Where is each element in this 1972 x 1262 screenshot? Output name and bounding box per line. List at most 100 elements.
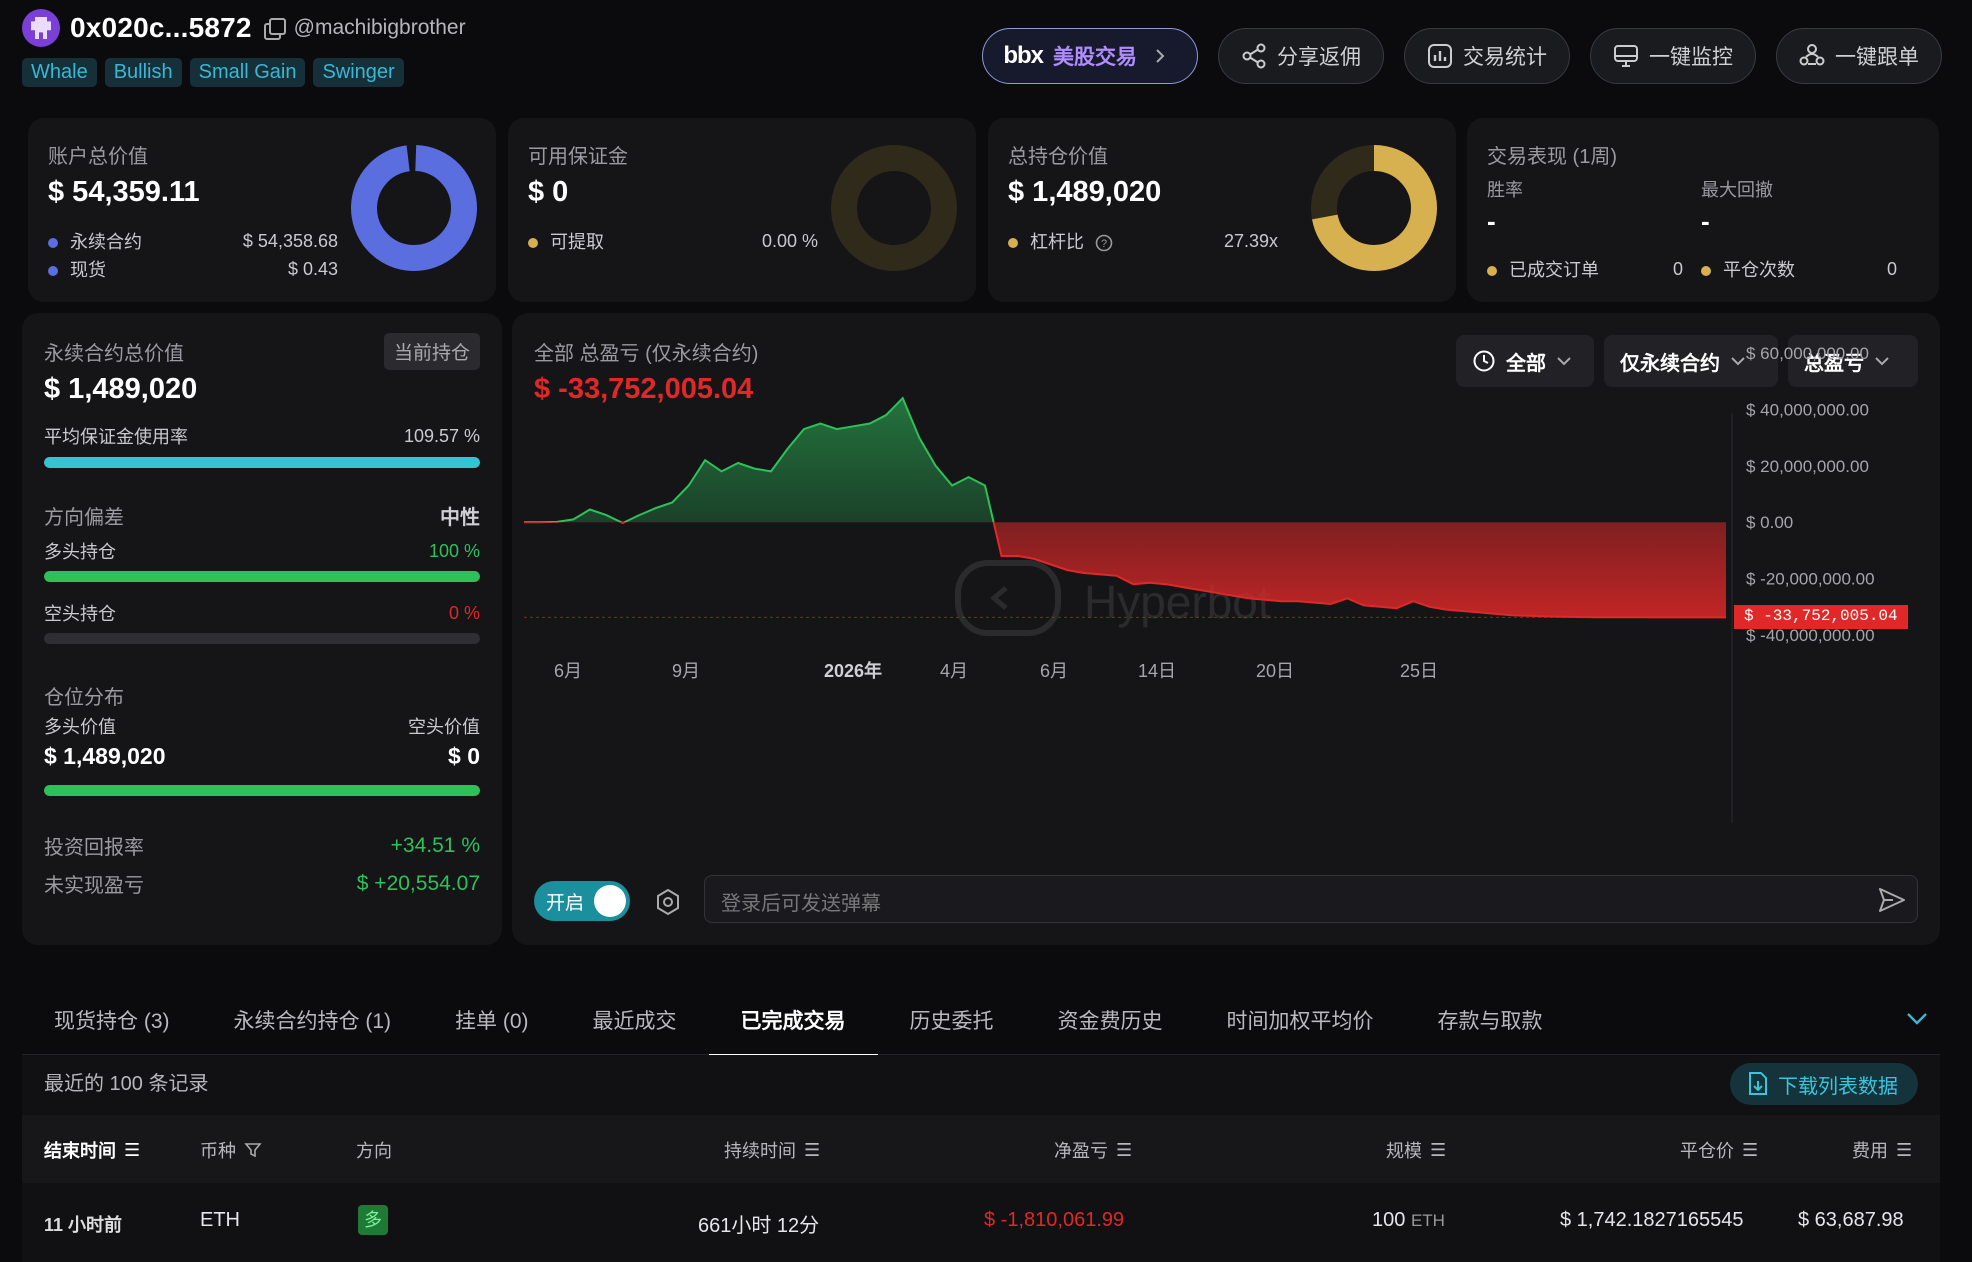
danmaku-toggle[interactable]: 开启 — [534, 881, 630, 921]
trade-stats-button[interactable]: 交易统计 — [1404, 28, 1570, 84]
win-rate-label: 胜率 — [1487, 180, 1523, 200]
available-margin-card: 可用保证金 $ 0 可提取 0.00 % — [508, 118, 976, 302]
pnl-chart-panel: 全部 总盈亏 (仅永续合约) $ -33,752,005.04 全部 仅永续合约… — [512, 313, 1940, 945]
download-button[interactable]: 下载列表数据 — [1730, 1063, 1918, 1105]
sort-icon: ☰ — [124, 1139, 141, 1160]
row-net-pnl: $ -1,810,061.99 — [984, 1209, 1125, 1231]
sort-icon: ☰ — [1430, 1139, 1447, 1160]
account-value-card: 账户总价值 $ 54,359.11 永续合约 $ 54,358.68 现货 $ … — [28, 118, 496, 302]
distribution-label: 仓位分布 — [44, 687, 124, 709]
header-fee[interactable]: 费用 ☰ — [1852, 1137, 1912, 1163]
distribution-values-row: $ 1,489,020 $ 0 — [44, 743, 480, 770]
monitor-icon — [1613, 43, 1639, 69]
copy-trade-button[interactable]: 一键跟单 — [1776, 28, 1942, 84]
header-coin[interactable]: 币种 — [200, 1137, 262, 1163]
pnl-area-chart[interactable]: Hyperbot $ 60,000,000.00$ 40,000,000.00$… — [512, 313, 1940, 873]
help-icon[interactable]: ? — [1095, 234, 1113, 252]
row-size-unit: ETH — [1410, 1211, 1445, 1230]
tab-funding-history[interactable]: 资金费历史 — [1026, 985, 1195, 1055]
bias-label: 方向偏差 — [44, 507, 124, 529]
short-position-value: $ 0 — [448, 743, 480, 769]
tab-recent-fills[interactable]: 最近成交 — [561, 985, 709, 1055]
margin-usage-bar — [44, 457, 480, 468]
share-icon — [1241, 43, 1267, 69]
max-drawdown-value: - — [1701, 206, 1710, 236]
tab-twap[interactable]: 时间加权平均价 — [1195, 985, 1406, 1055]
tab-perp-positions[interactable]: 永续合约持仓 (1) — [202, 985, 424, 1055]
roi-label: 投资回报率 — [44, 837, 144, 859]
user-handle[interactable]: @machibigbrother — [294, 16, 466, 40]
header-side: 方向 — [356, 1141, 392, 1161]
share-label: 分享返佣 — [1277, 46, 1361, 69]
spot-value: $ 0.43 — [287, 258, 338, 279]
margin-usage-value: 109.57 % — [403, 425, 480, 446]
long-bar — [44, 571, 480, 582]
tab-spot-positions[interactable]: 现货持仓 (3) — [22, 985, 202, 1055]
leverage-label: 杠杆比 — [1030, 232, 1084, 252]
header-size[interactable]: 规模 ☰ — [1386, 1137, 1446, 1163]
header-net-pnl[interactable]: 净盈亏 ☰ — [1054, 1137, 1132, 1163]
tab-order-history[interactable]: 历史委托 — [878, 985, 1026, 1055]
settings-icon[interactable] — [654, 888, 682, 916]
withdraw-label: 可提取 — [550, 232, 604, 252]
account-donut — [351, 144, 477, 271]
table-row[interactable]: 11 小时前 ETH 多 661小时 12分 $ -1,810,061.99 1… — [22, 1183, 1940, 1262]
copy-icon[interactable] — [262, 17, 286, 40]
margin-usage-row: 平均保证金使用率 109.57 % — [44, 423, 480, 449]
tag-list: Whale Bullish Small Gain Swinger — [22, 58, 466, 87]
x-tick-label: 20日 — [1256, 661, 1294, 681]
tag-small-gain: Small Gain — [189, 58, 306, 87]
performance-title: 交易表现 (1周) — [1487, 146, 1617, 168]
spot-label: 现货 — [70, 260, 106, 280]
leverage-dot — [1008, 238, 1018, 249]
chevron-right-icon — [1147, 43, 1173, 69]
short-value: 0 % — [448, 602, 480, 623]
perp-panel-value: $ 1,489,020 — [44, 373, 198, 405]
spot-row: 现货 $ 0.43 — [48, 256, 338, 282]
us-stock-button[interactable]: bbx 美股交易 — [982, 28, 1198, 84]
header-duration[interactable]: 持续时间 ☰ — [724, 1137, 820, 1163]
header-close-price[interactable]: 平仓价 ☰ — [1680, 1137, 1758, 1163]
toggle-knob — [594, 885, 626, 917]
tab-completed-trades[interactable]: 已完成交易 — [708, 985, 878, 1056]
position-gauge — [1311, 145, 1437, 271]
stats-label: 交易统计 — [1463, 46, 1547, 69]
margin-usage-label: 平均保证金使用率 — [44, 427, 188, 447]
short-row: 空头持仓 0 % — [44, 600, 480, 626]
total-position-card: 总持仓价值 $ 1,489,020 杠杆比 ? 27.39x — [988, 118, 1456, 302]
y-tick-label: $ 60,000,000.00 — [1746, 344, 1869, 363]
row-size: 100 ETH — [1372, 1209, 1445, 1232]
y-tick-label: $ 0.00 — [1746, 513, 1793, 532]
x-tick-label: 6月 — [1040, 661, 1068, 681]
table-header: 结束时间 ☰ 币种 方向 持续时间 ☰ 净盈亏 ☰ 规模 ☰ 平仓价 ☰ 费用 ☰ — [22, 1115, 1940, 1183]
records-tabs: 现货持仓 (3) 永续合约持仓 (1) 挂单 (0) 最近成交 已完成交易 历史… — [22, 985, 1940, 1056]
header-coin-label: 币种 — [200, 1141, 236, 1161]
collapse-chevron-icon[interactable] — [1906, 1012, 1928, 1026]
x-tick-label: 4月 — [940, 661, 968, 681]
send-icon[interactable] — [1877, 885, 1907, 915]
long-label: 多头持仓 — [44, 542, 116, 562]
danmaku-placeholder: 登录后可发送弹幕 — [721, 893, 881, 915]
bbx-logo: bbx — [1003, 42, 1044, 69]
close-count-row: 平仓次数 0 — [1701, 256, 1897, 282]
close-dot — [1701, 266, 1711, 277]
danmaku-input[interactable]: 登录后可发送弹幕 — [704, 875, 1918, 923]
users-icon — [1799, 43, 1825, 69]
upnl-row: 未实现盈亏 $ +20,554.07 — [44, 869, 480, 898]
spot-dot — [48, 266, 58, 277]
tag-whale: Whale — [22, 58, 97, 87]
monitor-button[interactable]: 一键监控 — [1590, 28, 1756, 84]
orders-value: 0 — [1672, 258, 1683, 279]
close-value: 0 — [1886, 258, 1897, 279]
bias-row: 方向偏差 中性 — [44, 501, 480, 530]
filter-icon — [244, 1143, 262, 1158]
share-rebate-button[interactable]: 分享返佣 — [1218, 28, 1384, 84]
header-end-time[interactable]: 结束时间 ☰ — [44, 1137, 140, 1163]
tab-open-orders[interactable]: 挂单 (0) — [423, 985, 561, 1055]
margin-donut — [831, 145, 957, 271]
avatar — [22, 9, 60, 47]
row-close-price: $ 1,742.1827165545 — [1560, 1209, 1744, 1231]
position-value: $ 1,489,020 — [1008, 176, 1162, 208]
withdraw-value: 0.00 % — [761, 230, 818, 251]
tab-deposits-withdrawals[interactable]: 存款与取款 — [1406, 985, 1575, 1055]
